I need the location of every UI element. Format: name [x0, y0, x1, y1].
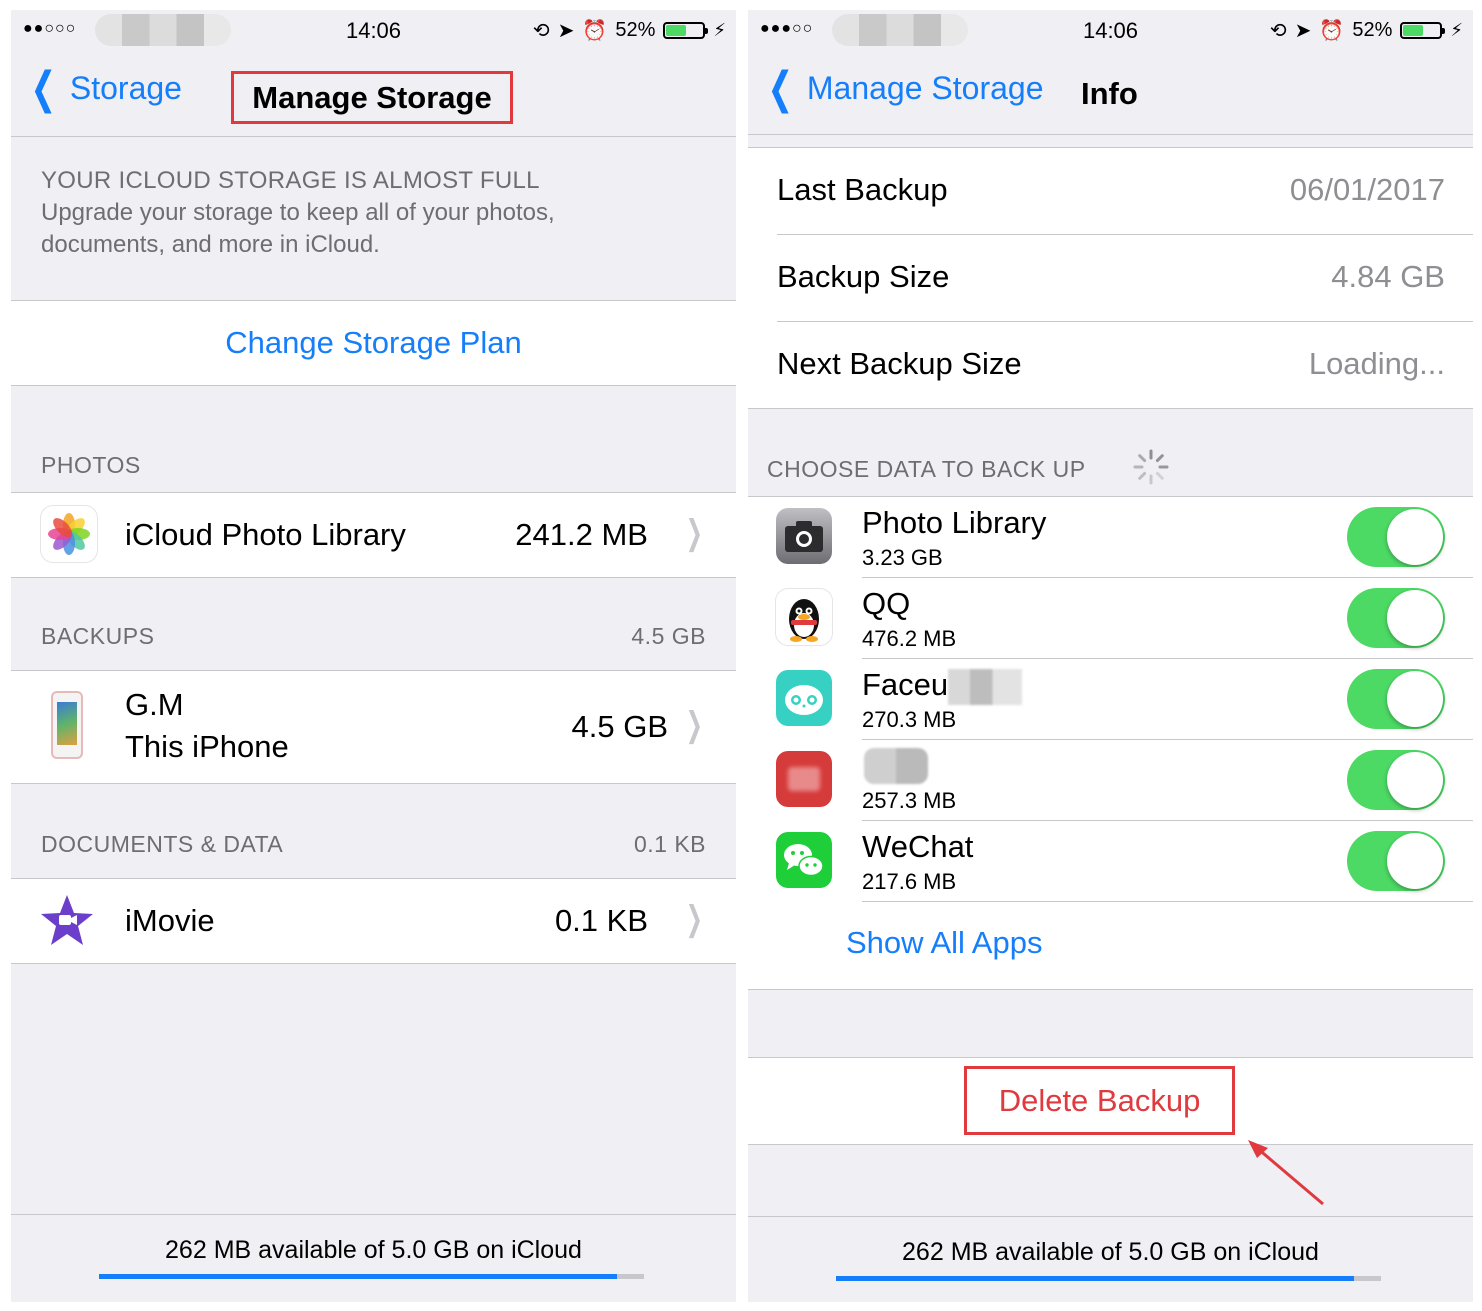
status-bar: ●●●○○ 14:06 ⟲ ➤ ⏰ 52% ⚡	[748, 10, 1473, 52]
blurred-app-name	[864, 748, 928, 784]
chevron-left-icon: ❮	[30, 63, 57, 113]
wechat-backup-toggle[interactable]	[1347, 831, 1445, 891]
storage-available-text: 262 MB available of 5.0 GB on iCloud	[902, 1238, 1319, 1266]
app-size: 3.23 GB	[862, 545, 943, 570]
backup-info-group: Last Backup 06/01/2017 Backup Size 4.84 …	[748, 147, 1473, 409]
footer-divider	[11, 1214, 736, 1215]
delete-backup-row: Delete Backup	[748, 1057, 1473, 1145]
battery-icon	[663, 22, 709, 39]
back-button-manage-storage[interactable]: ❮ Manage Storage	[762, 63, 1044, 113]
camera-icon	[776, 508, 832, 564]
navigation-bar: ❮ Storage Manage Storage	[11, 52, 736, 137]
imovie-row[interactable]: iMovie 0.1 KB ❯	[11, 878, 736, 964]
warning-line-2: documents, and more in iCloud.	[41, 231, 380, 258]
alarm-icon: ⏰	[582, 20, 608, 42]
faceu-backup-toggle[interactable]	[1347, 669, 1445, 729]
next-backup-size-label: Next Backup Size	[777, 346, 1022, 381]
manage-storage-screen: ●●○○○ 14:06 ⟲ ➤ ⏰ 52% ⚡ ❮ Storage Manage…	[11, 10, 736, 1302]
back-label: Manage Storage	[806, 70, 1044, 106]
documents-section-header: DOCUMENTS & DATA	[41, 831, 284, 857]
app-size: 476.2 MB	[862, 626, 957, 651]
app-row-blurred: 257.3 MB	[748, 740, 1473, 821]
choose-data-section-header: CHOOSE DATA TO BACK UP	[767, 456, 1086, 482]
backup-size: 4.5 GB	[571, 709, 669, 744]
documents-total: 0.1 KB	[633, 831, 706, 857]
red-app-icon	[776, 751, 832, 807]
imovie-size: 0.1 KB	[554, 903, 648, 938]
chevron-right-icon: ❯	[685, 706, 703, 744]
alarm-icon: ⏰	[1319, 20, 1345, 42]
qq-backup-toggle[interactable]	[1347, 588, 1445, 648]
chevron-right-icon: ❯	[685, 514, 703, 552]
next-backup-size-value: Loading...	[1308, 346, 1445, 381]
delete-backup-button[interactable]: Delete Backup	[964, 1066, 1235, 1135]
warning-heading: YOUR ICLOUD STORAGE IS ALMOST FULL	[41, 167, 540, 194]
qq-penguin-icon	[776, 589, 832, 645]
annotation-arrow-icon	[1248, 1140, 1324, 1206]
app-row-photo-library: Photo Library 3.23 GB	[748, 497, 1473, 578]
battery-icon	[1400, 22, 1446, 39]
app-row-qq: QQ 476.2 MB	[748, 578, 1473, 659]
change-storage-plan-label: Change Storage Plan	[225, 325, 522, 360]
imovie-icon	[39, 893, 95, 949]
app-name: QQ	[862, 586, 911, 621]
charging-bolt-icon: ⚡	[713, 20, 726, 40]
apps-backup-list: Photo Library 3.23 GB QQ 476.2 MB Faceu …	[748, 496, 1473, 990]
show-all-apps-link[interactable]: Show All Apps	[846, 925, 1042, 961]
icloud-photo-library-name: iCloud Photo Library	[125, 517, 406, 552]
back-label: Storage	[69, 70, 182, 106]
backups-section-header: BACKUPS	[41, 623, 155, 649]
backup-device-subtitle: This iPhone	[125, 729, 289, 764]
backups-total: 4.5 GB	[631, 623, 706, 649]
location-arrow-icon: ➤	[1294, 20, 1312, 42]
app-size: 217.6 MB	[862, 869, 957, 894]
app-row-faceu: Faceu 270.3 MB	[748, 659, 1473, 740]
backup-info-screen: ●●●○○ 14:06 ⟲ ➤ ⏰ 52% ⚡ ❮ Manage Storage…	[748, 10, 1473, 1302]
app-row-wechat: WeChat 217.6 MB	[748, 821, 1473, 902]
app-size: 257.3 MB	[862, 788, 957, 813]
last-backup-value: 06/01/2017	[1289, 172, 1445, 207]
back-button-storage[interactable]: ❮ Storage	[25, 63, 182, 113]
backup-row-gm[interactable]: G.M This iPhone 4.5 GB ❯	[11, 670, 736, 784]
iphone-icon	[51, 691, 83, 759]
loading-spinner-icon	[1132, 448, 1170, 486]
photos-icon	[41, 506, 97, 562]
storage-available-text: 262 MB available of 5.0 GB on iCloud	[165, 1236, 582, 1264]
blurred-app-backup-toggle[interactable]	[1347, 750, 1445, 810]
icloud-photo-library-size: 241.2 MB	[515, 517, 648, 552]
app-name: WeChat	[862, 829, 974, 864]
blurred-name-suffix	[948, 669, 1022, 705]
change-storage-plan-button[interactable]: Change Storage Plan	[11, 300, 736, 386]
warning-line-1: Upgrade your storage to keep all of your…	[41, 199, 555, 226]
app-name: Faceu	[862, 667, 949, 702]
app-size: 270.3 MB	[862, 707, 957, 732]
backup-size-value: 4.84 GB	[1331, 259, 1445, 294]
photos-section-header: PHOTOS	[41, 452, 141, 478]
photo-library-backup-toggle[interactable]	[1347, 507, 1445, 567]
orientation-lock-icon: ⟲	[532, 20, 550, 42]
status-bar: ●●○○○ 14:06 ⟲ ➤ ⏰ 52% ⚡	[11, 10, 736, 52]
orientation-lock-icon: ⟲	[1269, 20, 1287, 42]
page-title: Manage Storage	[231, 71, 513, 124]
chevron-right-icon: ❯	[685, 900, 703, 938]
icloud-photo-library-row[interactable]: iCloud Photo Library 241.2 MB ❯	[11, 492, 736, 578]
storage-full-warning: YOUR ICLOUD STORAGE IS ALMOST FULL Upgra…	[41, 165, 681, 261]
location-arrow-icon: ➤	[557, 20, 575, 42]
faceu-icon	[776, 670, 832, 726]
storage-usage-bar	[99, 1274, 644, 1279]
charging-bolt-icon: ⚡	[1450, 20, 1463, 40]
imovie-name: iMovie	[125, 903, 215, 938]
footer-divider	[748, 1216, 1473, 1217]
app-name: Photo Library	[862, 505, 1047, 540]
navigation-bar: ❮ Manage Storage Info	[748, 52, 1473, 135]
battery-percent: 52%	[615, 19, 656, 41]
last-backup-label: Last Backup	[777, 172, 948, 207]
chevron-left-icon: ❮	[767, 63, 794, 113]
storage-usage-bar	[836, 1276, 1381, 1281]
battery-percent: 52%	[1352, 19, 1393, 41]
wechat-icon	[776, 832, 832, 888]
backup-device-name: G.M	[125, 687, 184, 722]
page-title: Info	[1081, 76, 1138, 111]
backup-size-label: Backup Size	[777, 259, 950, 294]
